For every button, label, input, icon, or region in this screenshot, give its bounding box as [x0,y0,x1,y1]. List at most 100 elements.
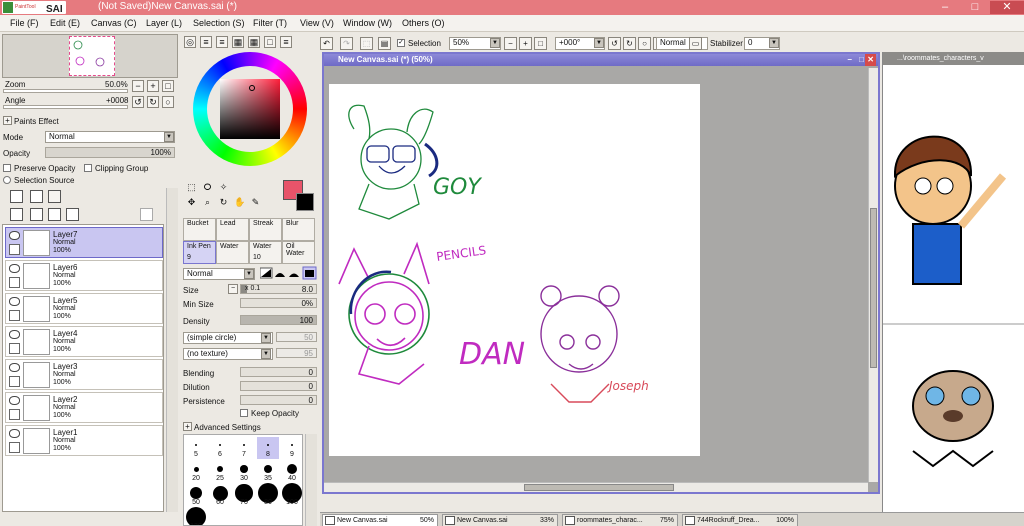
layer-row-layer6[interactable]: Layer6 Normal 100% [5,260,163,291]
pen-lock-icon[interactable] [9,442,20,453]
layer-scrollbar[interactable] [166,188,178,512]
close-button[interactable]: ✕ [990,1,1024,14]
menu-filter[interactable]: Filter (T) [253,18,287,28]
rect-select-icon[interactable]: ⬚ [186,182,197,193]
transfer-down-icon[interactable] [30,208,43,221]
rgb-slider-tab-icon[interactable]: ≡ [200,36,212,48]
visibility-eye-icon[interactable] [9,264,20,273]
tab-rockruff[interactable]: 744Rockruff_Drea... 100% [682,514,798,526]
color-panel-menu-icon[interactable]: ≡ [280,36,292,48]
pen-lock-icon[interactable] [9,376,20,387]
color-picker-cursor[interactable] [249,85,255,91]
redo-icon[interactable]: ↷ [340,37,353,50]
swatches-tab-icon[interactable]: ▦ [248,36,260,48]
layer-row-layer3[interactable]: Layer3 Normal 100% [5,359,163,390]
brush-water-2[interactable]: Water 10 [249,241,282,264]
brush-ink-pen[interactable]: Ink Pen 9 [183,241,216,264]
presets-scrollbar[interactable] [305,434,317,526]
shape-strength-slider[interactable]: 50 [276,332,317,342]
document-maximize-button[interactable]: □ [859,54,864,66]
lasso-icon[interactable]: ⵔ [202,182,213,193]
new-linework-layer-icon[interactable] [30,190,43,203]
pen-lock-icon[interactable] [9,277,20,288]
min-size-slider[interactable]: 0% [240,298,317,308]
canvas-horizontal-scrollbar[interactable] [324,482,868,492]
brush-shape-select[interactable]: (simple circle) [183,332,273,344]
advanced-settings-toggle[interactable]: + [183,422,192,431]
angle-slider[interactable] [3,105,128,109]
toolbar-zoom-in-icon[interactable]: + [519,37,532,50]
dilution-slider[interactable]: 0 [240,381,317,391]
brush-oil-water[interactable]: Oil Water [282,241,315,264]
layer-row-layer1[interactable]: Layer1 Normal 100% [5,425,163,456]
zoom-tool-icon[interactable]: ⌕ [202,197,213,208]
document-close-button[interactable]: ✕ [865,54,876,66]
new-folder-icon[interactable] [48,190,61,203]
layer-mode-select[interactable]: Normal [45,131,175,143]
blending-slider[interactable]: 0 [240,367,317,377]
brush-blur[interactable]: Blur [282,218,315,241]
layer-row-layer7[interactable]: Layer7 Normal 100% [5,227,163,258]
scratchpad-tab-icon[interactable]: □ [264,36,276,48]
texture-strength-slider[interactable]: 95 [276,348,317,358]
menu-edit[interactable]: Edit (E) [50,18,80,28]
clipping-group-checkbox[interactable] [84,164,92,172]
menu-layer[interactable]: Layer (L) [146,18,182,28]
rotate-cw-icon[interactable]: ↻ [623,37,636,50]
pen-lock-icon[interactable] [9,244,20,255]
layer-row-layer5[interactable]: Layer5 Normal 100% [5,293,163,324]
merge-down-icon[interactable] [48,208,61,221]
brush-shape-icons[interactable] [260,266,318,280]
hand-tool-icon[interactable]: ✋ [234,197,245,208]
menu-file[interactable]: File (F) [10,18,39,28]
menu-view[interactable]: View (V) [300,18,334,28]
paints-effect-toggle[interactable]: + [3,116,12,125]
document-minimize-button[interactable]: – [848,54,852,66]
zoom-reset-button[interactable]: □ [162,80,174,92]
tab-roommates[interactable]: roommates_charac... 75% [562,514,678,526]
size-slider[interactable]: x 0.1 8.0 [240,284,317,294]
menu-window[interactable]: Window (W) [343,18,392,28]
eyedropper-icon[interactable]: ✎ [250,197,261,208]
size-multiplier-button[interactable]: − [228,284,238,294]
selection-source-checkbox[interactable] [3,176,11,184]
density-slider[interactable]: 100 [240,315,317,325]
visibility-eye-icon[interactable] [9,363,20,372]
clear-layer-icon[interactable] [66,208,79,221]
invert-selection-icon[interactable]: ▤ [378,37,391,50]
pen-lock-icon[interactable] [9,343,20,354]
layer-row-layer2[interactable]: Layer2 Normal 100% [5,392,163,423]
copy-layer-icon[interactable] [10,208,23,221]
brush-texture-select[interactable]: (no texture) [183,348,273,360]
zoom-out-button[interactable]: − [132,80,144,92]
rotate-reset-icon[interactable]: ○ [638,37,651,50]
visibility-eye-icon[interactable] [9,396,20,405]
visibility-eye-icon[interactable] [9,429,20,438]
keep-opacity-checkbox[interactable] [240,409,248,417]
move-icon[interactable]: ✥ [186,197,197,208]
maximize-button[interactable]: □ [960,1,990,14]
pen-lock-icon[interactable] [9,310,20,321]
drawing-canvas[interactable]: GOY PENCILS DAN Joseph [329,84,700,456]
new-layer-icon[interactable] [10,190,23,203]
undo-icon[interactable]: ↶ [320,37,333,50]
layer-opacity-slider[interactable]: 100% [45,147,175,158]
preserve-opacity-checkbox[interactable] [3,164,11,172]
rotate-left-button[interactable]: ↺ [132,96,144,108]
canvas-vertical-scrollbar[interactable] [868,68,878,482]
menu-canvas[interactable]: Canvas (C) [91,18,137,28]
color-wheel-tab-icon[interactable]: ◎ [184,36,196,48]
brush-bucket[interactable]: Bucket [183,218,216,241]
hsv-slider-tab-icon[interactable]: ≡ [216,36,228,48]
pen-lock-icon[interactable] [9,409,20,420]
visibility-eye-icon[interactable] [9,231,20,240]
rotate-right-button[interactable]: ↻ [147,96,159,108]
rotate-ccw-icon[interactable]: ↺ [608,37,621,50]
magic-wand-icon[interactable]: ✧ [218,182,229,193]
toolbar-zoom-reset-icon[interactable]: □ [534,37,547,50]
toolbar-zoom-out-icon[interactable]: − [504,37,517,50]
color-mixer-tab-icon[interactable]: ▦ [232,36,244,48]
layer-mask-icon[interactable] [140,208,153,221]
persistence-slider[interactable]: 0 [240,395,317,405]
tab-new-canvas-50[interactable]: New Canvas.sai 50% [322,514,438,526]
